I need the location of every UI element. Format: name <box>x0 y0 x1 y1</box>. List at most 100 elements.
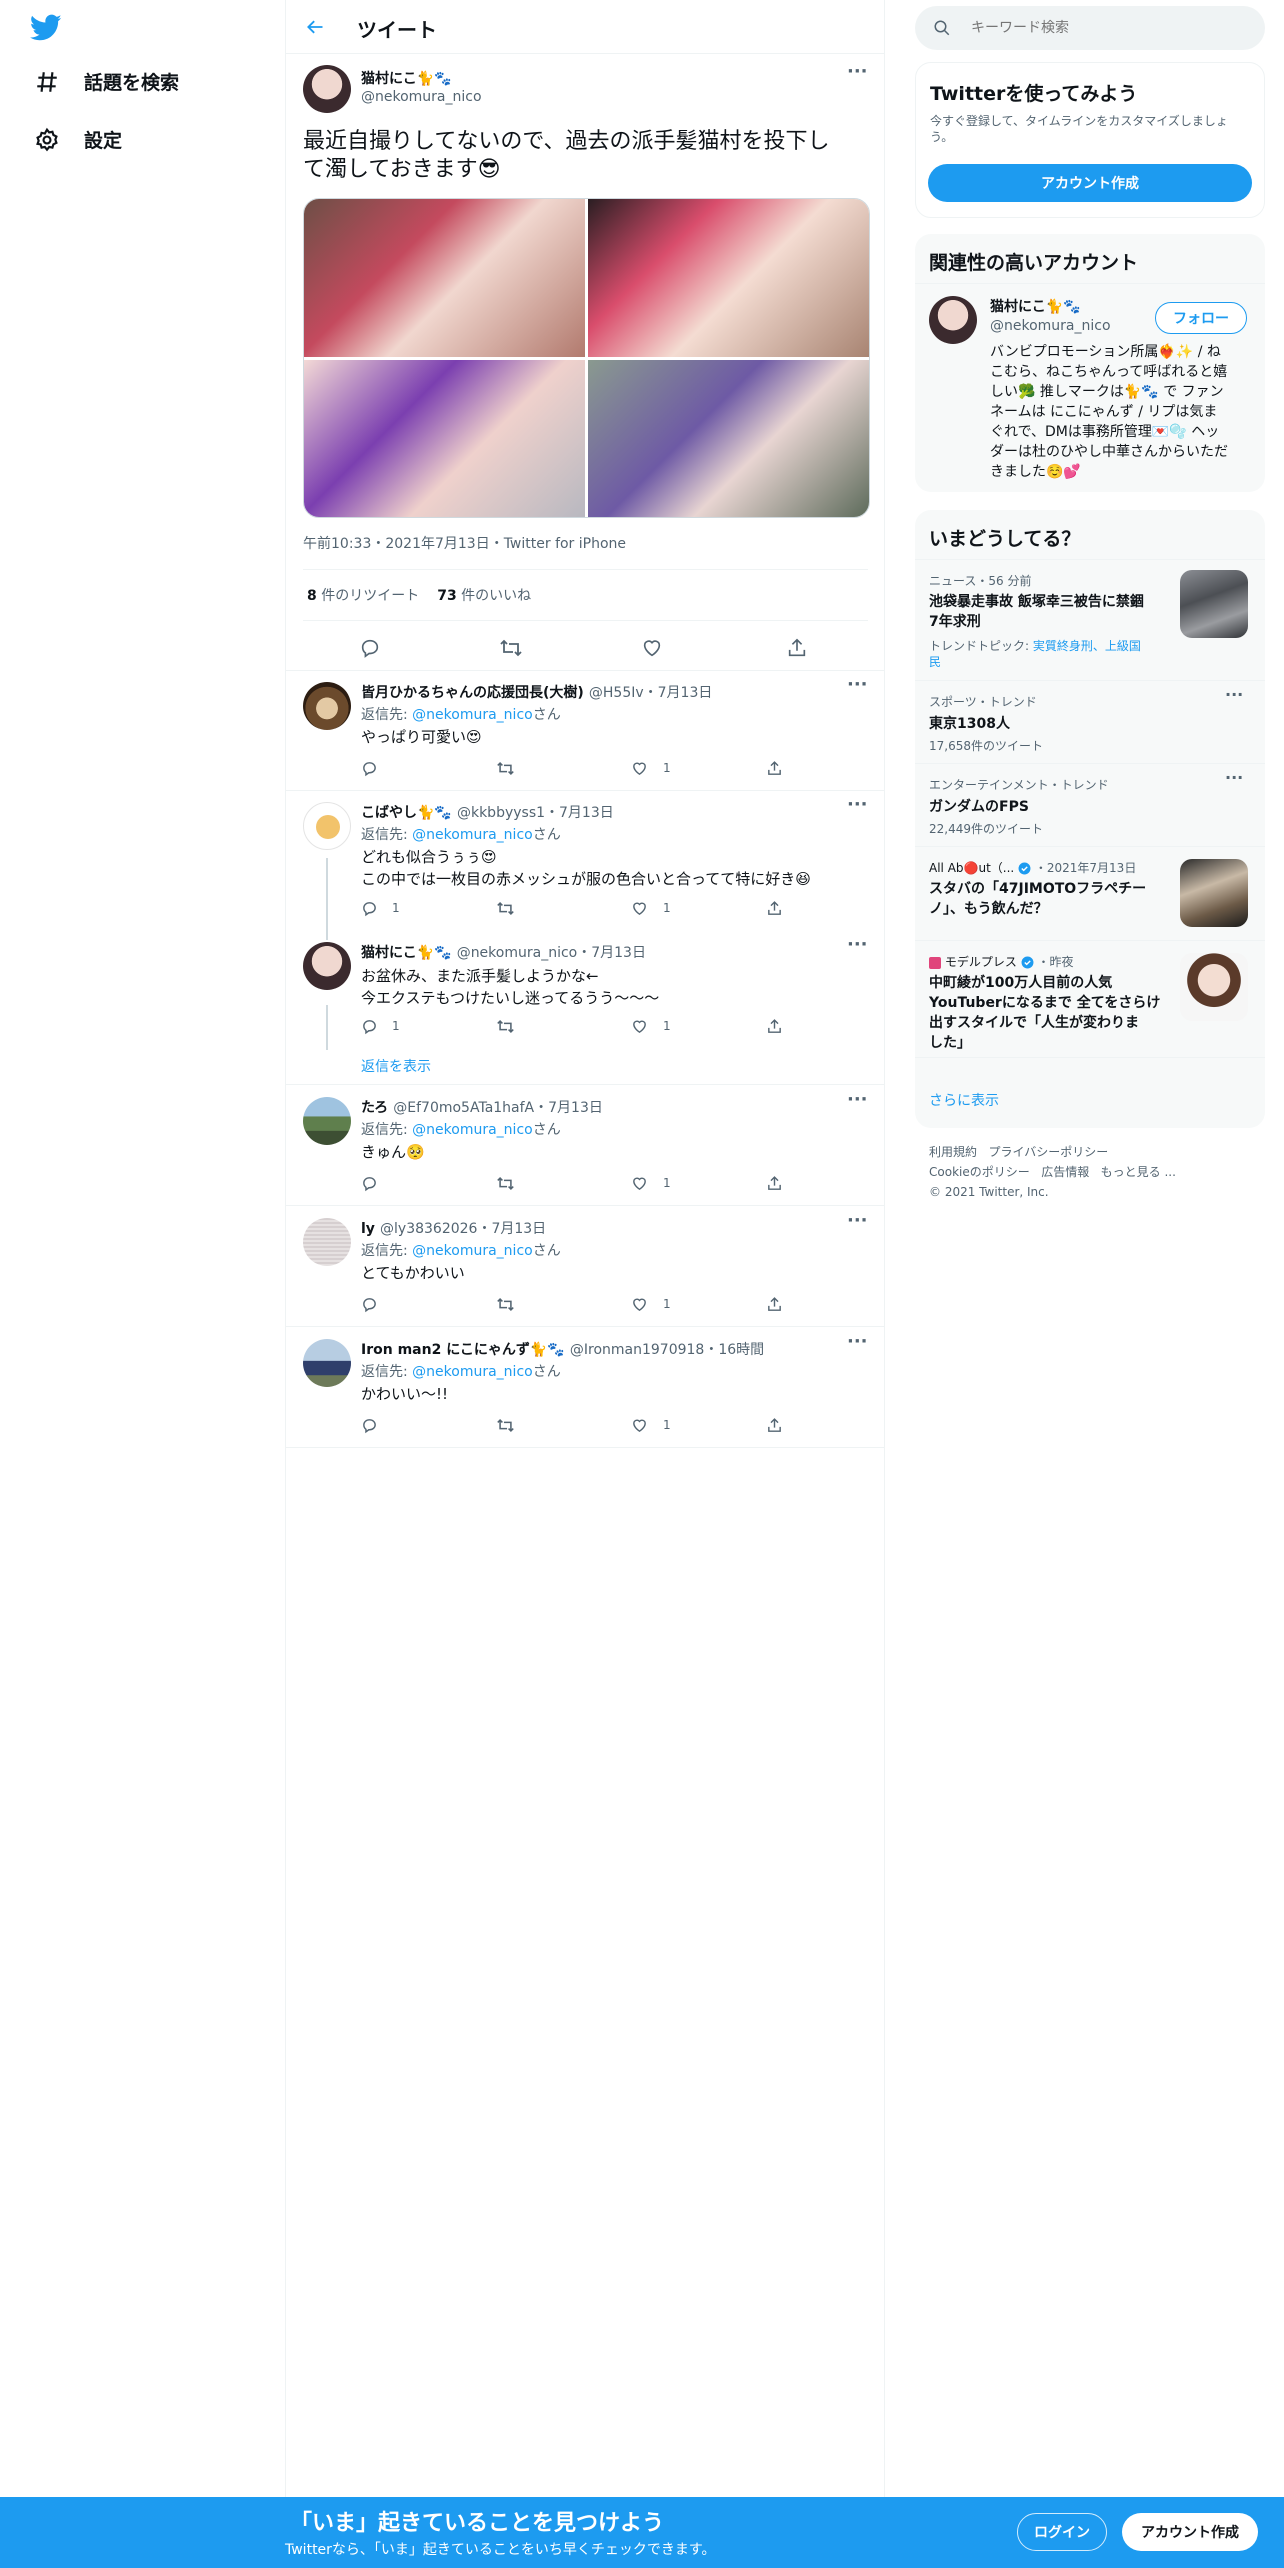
retweet-icon[interactable] <box>496 1175 515 1192</box>
related-name[interactable]: 猫村にこ🐈🐾 <box>990 296 1081 316</box>
reply-icon[interactable] <box>361 1175 378 1192</box>
like-stat[interactable]: 73 件のいいね <box>437 585 531 605</box>
reply-author-name[interactable]: こばやし🐈🐾 <box>361 805 452 821</box>
back-arrow-icon[interactable] <box>305 17 325 37</box>
avatar[interactable] <box>303 942 351 990</box>
list-item[interactable]: 皆月ひかるちゃんの応援団長(大樹) @H55Iv・7月13日 ··· 返信先: … <box>285 670 885 791</box>
more-options-icon[interactable]: ··· <box>847 1331 868 1352</box>
reply-author-name[interactable]: Iron man2 にこにゃんず🐈🐾 <box>361 1342 565 1358</box>
search-input[interactable] <box>969 16 1243 40</box>
trend-item[interactable]: スポーツ・トレンド ··· 東京1308人 17,658件のツイート <box>915 681 1265 764</box>
share-icon[interactable] <box>766 900 783 917</box>
photo-4[interactable] <box>588 360 869 517</box>
nav-item-explore[interactable]: 話題を検索 <box>34 68 179 95</box>
photo-2[interactable] <box>588 199 869 357</box>
heart-icon[interactable] <box>631 1296 648 1313</box>
footer-terms-link[interactable]: 利用規約 <box>929 1145 977 1159</box>
retweet-stat[interactable]: 8 件のリツイート <box>307 585 419 605</box>
trend-item[interactable]: ニュース・56 分前 池袋暴走事故 飯塚幸三被告に禁錮 7年求刑 トレンドトピッ… <box>915 560 1265 681</box>
show-more-link[interactable]: さらに表示 <box>929 1090 999 1110</box>
more-options-icon[interactable]: ··· <box>1225 768 1243 787</box>
author-name[interactable]: 猫村にこ🐈🐾 <box>361 68 452 88</box>
reply-to-link[interactable]: @nekomura_nico <box>412 1243 533 1259</box>
nav-item-settings[interactable]: 設定 <box>34 126 122 153</box>
avatar[interactable] <box>303 1218 351 1266</box>
reply-author-name[interactable]: ly <box>361 1221 375 1237</box>
twitter-logo-icon[interactable] <box>30 14 62 42</box>
retweet-icon[interactable] <box>496 1296 515 1313</box>
avatar[interactable] <box>303 65 351 113</box>
trend-item[interactable]: All Ab🔴ut（... ・2021年7月13日 スタバの「47JIMOTOフ… <box>915 847 1265 941</box>
footer-cookie-link[interactable]: Cookieのポリシー <box>929 1165 1030 1179</box>
retweet-icon[interactable] <box>499 637 523 659</box>
reply-to-link[interactable]: @nekomura_nico <box>412 827 533 843</box>
reply-author-name[interactable]: 皆月ひかるちゃんの応援団長(大樹) <box>361 685 584 701</box>
retweet-icon[interactable] <box>496 900 515 917</box>
photo-1[interactable] <box>304 199 585 357</box>
reply-icon[interactable] <box>361 1417 378 1434</box>
share-icon[interactable] <box>786 637 808 659</box>
reply-to-link[interactable]: @nekomura_nico <box>412 707 533 723</box>
list-item[interactable]: たろ @Ef70mo5ATa1hafA・7月13日 ··· 返信先: @neko… <box>285 1085 885 1206</box>
avatar[interactable] <box>303 682 351 730</box>
retweet-icon[interactable] <box>496 1417 515 1434</box>
share-icon[interactable] <box>766 760 783 777</box>
author-handle[interactable]: @nekomura_nico <box>361 89 482 105</box>
more-options-icon[interactable]: ··· <box>847 61 868 82</box>
heart-icon[interactable] <box>641 637 663 659</box>
share-icon[interactable] <box>766 1417 783 1434</box>
retweet-icon[interactable] <box>496 1018 515 1035</box>
trend-topic-link[interactable]: 民 <box>929 654 1159 670</box>
share-icon[interactable] <box>766 1018 783 1035</box>
heart-icon[interactable] <box>631 1175 648 1192</box>
more-options-icon[interactable]: ··· <box>1225 685 1243 704</box>
trend-topic-link[interactable]: 実質終身刑、上級国 <box>1033 639 1141 653</box>
heart-icon[interactable] <box>631 760 648 777</box>
more-options-icon[interactable]: ··· <box>847 1089 868 1110</box>
reply-icon[interactable] <box>361 900 378 917</box>
photo-3[interactable] <box>304 360 585 517</box>
footer-more-link[interactable]: もっと見る ... <box>1101 1165 1176 1179</box>
footer-ads-link[interactable]: 広告情報 <box>1041 1165 1089 1179</box>
signup-button[interactable]: アカウント作成 <box>1122 2513 1258 2551</box>
list-item[interactable]: Iron man2 にこにゃんず🐈🐾 @Ironman1970918・16時間 … <box>285 1327 885 1448</box>
reply-icon[interactable] <box>361 1018 378 1035</box>
tweet-timestamp[interactable]: 午前10:33・2021年7月13日・Twitter for iPhone <box>303 533 626 553</box>
trend-thumbnail[interactable] <box>1180 953 1248 1021</box>
reply-icon[interactable] <box>359 637 381 659</box>
reply-author-name[interactable]: 猫村にこ🐈🐾 <box>361 945 452 961</box>
reply-author-name[interactable]: たろ <box>361 1100 388 1116</box>
heart-icon[interactable] <box>631 900 648 917</box>
share-icon[interactable] <box>766 1175 783 1192</box>
avatar[interactable] <box>303 1097 351 1145</box>
more-options-icon[interactable]: ··· <box>847 794 868 815</box>
related-handle[interactable]: @nekomura_nico <box>990 318 1111 334</box>
trend-item[interactable]: エンターテインメント・トレンド ··· ガンダムのFPS 22,449件のツイー… <box>915 764 1265 847</box>
heart-icon[interactable] <box>631 1018 648 1035</box>
reply-icon[interactable] <box>361 1296 378 1313</box>
more-options-icon[interactable]: ··· <box>847 1210 868 1231</box>
avatar[interactable] <box>303 802 351 850</box>
list-item[interactable]: こばやし🐈🐾 @kkbbyyss1・7月13日 ··· 返信先: @nekomu… <box>285 790 885 930</box>
reply-to-link[interactable]: @nekomura_nico <box>412 1122 533 1138</box>
reply-icon[interactable] <box>361 760 378 777</box>
trend-thumbnail[interactable] <box>1180 859 1248 927</box>
trend-item[interactable]: モデルプレス ・昨夜 中町綾が100万人目前の人気 YouTuberになるまで … <box>915 941 1265 1058</box>
retweet-icon[interactable] <box>496 760 515 777</box>
more-options-icon[interactable]: ··· <box>847 674 868 695</box>
more-options-icon[interactable]: ··· <box>847 934 868 955</box>
search-box[interactable] <box>915 6 1265 50</box>
follow-button[interactable]: フォロー <box>1155 302 1247 334</box>
avatar[interactable] <box>303 1339 351 1387</box>
footer-privacy-link[interactable]: プライバシーポリシー <box>988 1145 1108 1159</box>
reply-to-link[interactable]: @nekomura_nico <box>412 1364 533 1380</box>
trend-thumbnail[interactable] <box>1180 570 1248 638</box>
heart-icon[interactable] <box>631 1417 648 1434</box>
show-replies-link[interactable]: 返信を表示 <box>361 1056 431 1076</box>
list-item[interactable]: ly @ly38362026・7月13日 ··· 返信先: @nekomura_… <box>285 1206 885 1327</box>
share-icon[interactable] <box>766 1296 783 1313</box>
list-item[interactable]: 猫村にこ🐈🐾 @nekomura_nico・7月13日 ··· お盆休み、また派… <box>285 930 885 1075</box>
avatar[interactable] <box>929 296 977 344</box>
create-account-button[interactable]: アカウント作成 <box>928 164 1252 202</box>
login-button[interactable]: ログイン <box>1017 2513 1107 2551</box>
